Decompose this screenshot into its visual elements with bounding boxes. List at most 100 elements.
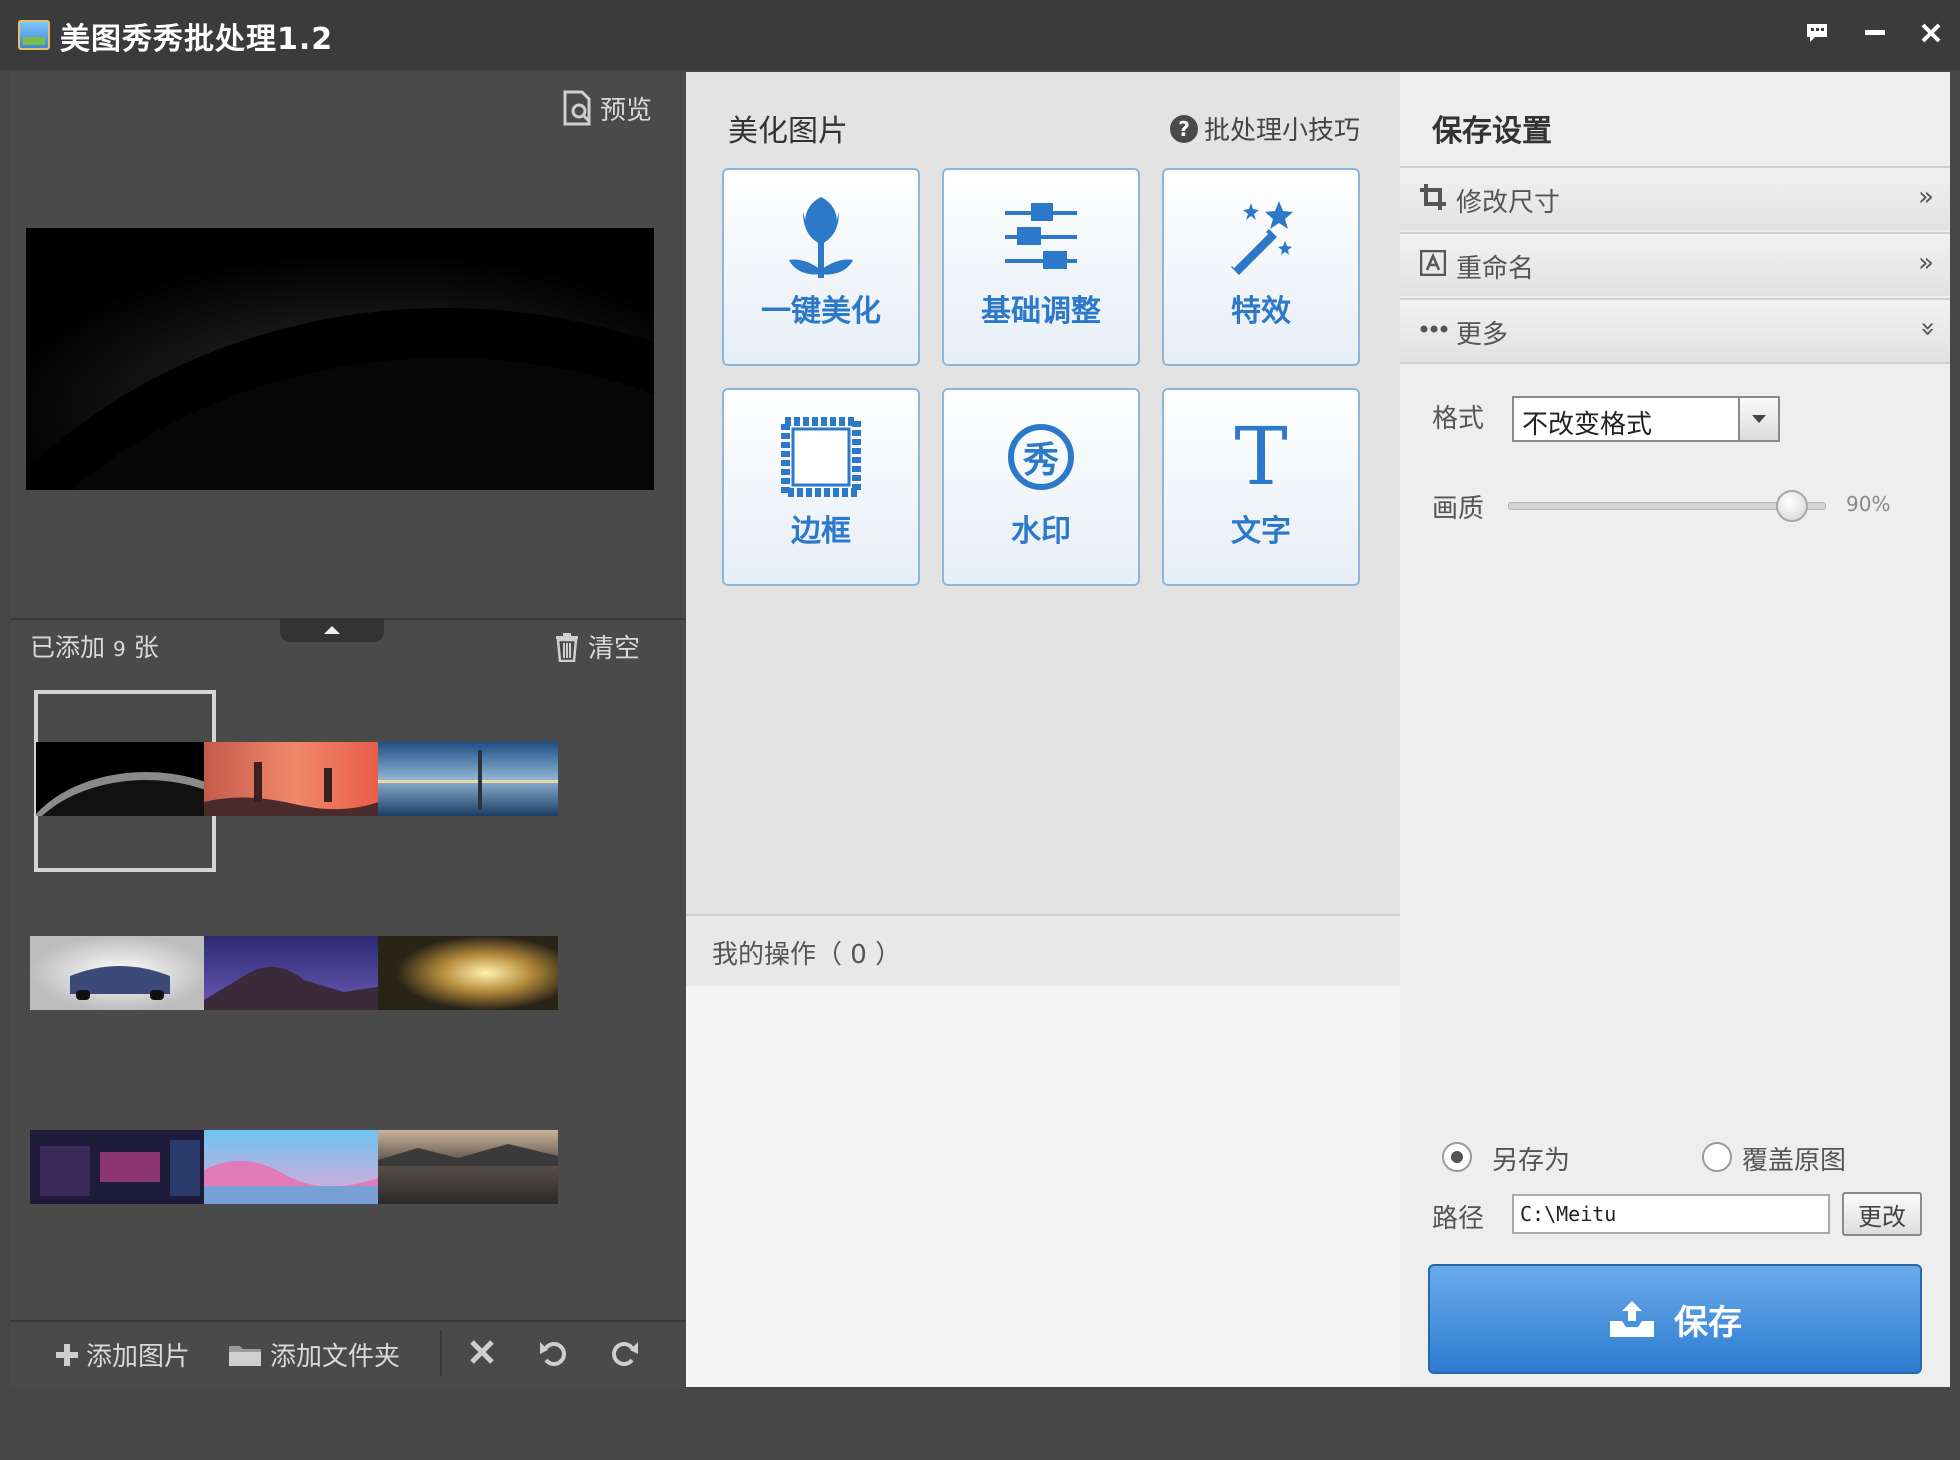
beautify-panel: 美化图片 ? 批处理小技巧 一键美化 基础调整 特效 边框 秀 水印 T 文字 … — [686, 72, 1400, 1387]
added-number: 9 — [112, 637, 126, 661]
minimize-icon[interactable] — [1852, 10, 1898, 56]
save-settings-panel: 保存设置 修改尺寸 » 重命名 » 更多 » 格式 不改变格式 画质 90% 另… — [1400, 72, 1950, 1387]
section-resize[interactable]: 修改尺寸 » — [1400, 166, 1950, 230]
clear-button[interactable]: 清空 — [554, 628, 640, 665]
delete-button[interactable] — [468, 1338, 496, 1366]
app-logo-icon — [18, 20, 50, 50]
quality-label: 画质 — [1432, 494, 1485, 524]
rotate-left-button[interactable] — [538, 1338, 570, 1368]
thumbnail-2[interactable] — [204, 742, 384, 816]
add-image-button[interactable]: 添加图片 — [56, 1336, 190, 1373]
save-as-label: 另存为 — [1492, 1146, 1571, 1176]
close-icon[interactable] — [1908, 10, 1954, 56]
plus-icon — [56, 1343, 78, 1366]
clear-label: 清空 — [588, 634, 641, 664]
bottom-toolbar: 添加图片 添加文件夹 — [10, 1322, 686, 1384]
overwrite-label: 覆盖原图 — [1742, 1146, 1847, 1176]
tile-label: 边框 — [791, 514, 851, 549]
thumbnail-9[interactable] — [378, 1130, 558, 1204]
text-t-icon: T — [1164, 412, 1358, 502]
upload-tray-icon — [1610, 1301, 1654, 1337]
more-dots-icon — [1420, 325, 1448, 333]
tile-effects[interactable]: 特效 — [1162, 168, 1360, 366]
collapse-icon: » — [1913, 321, 1944, 337]
thumbnail-6[interactable] — [378, 936, 558, 1010]
preview-image — [26, 228, 654, 490]
preview-label: 预览 — [600, 95, 653, 126]
tile-text[interactable]: T 文字 — [1162, 388, 1360, 586]
tile-label: 基础调整 — [981, 294, 1101, 329]
batch-tips-label: 批处理小技巧 — [1204, 116, 1361, 146]
help-icon: ? — [1170, 114, 1198, 143]
section-label: 修改尺寸 — [1456, 188, 1561, 218]
add-folder-label: 添加文件夹 — [270, 1342, 401, 1372]
rename-a-icon — [1420, 250, 1446, 276]
thumbnail-grid — [10, 690, 686, 1330]
my-ops-text: 我的操作 — [712, 940, 817, 970]
added-suffix: 张 — [133, 633, 159, 662]
path-label: 路径 — [1432, 1204, 1485, 1234]
add-image-label: 添加图片 — [86, 1342, 191, 1372]
added-prefix: 已添加 — [30, 633, 106, 662]
beautify-title: 美化图片 — [728, 114, 848, 149]
tile-border[interactable]: 边框 — [722, 388, 920, 586]
save-button[interactable]: 保存 — [1428, 1264, 1922, 1374]
tile-label: 一键美化 — [761, 294, 881, 329]
operations-list — [686, 986, 1400, 1387]
section-label: 重命名 — [1456, 254, 1535, 284]
tulip-icon — [724, 192, 918, 282]
my-operations-bar: 我的操作（ 0 ） — [686, 914, 1400, 988]
collapse-preview-button[interactable] — [280, 618, 384, 642]
crop-icon — [1420, 184, 1446, 210]
section-more[interactable]: 更多 » — [1400, 298, 1950, 362]
save-settings-title: 保存设置 — [1432, 114, 1552, 149]
tile-one-click-beautify[interactable]: 一键美化 — [722, 168, 920, 366]
app-window: 美图秀秀批处理1.2 预览 已添加 9 张 清空 添加图片 添加文件夹 美化图片… — [0, 0, 1960, 1460]
tile-watermark[interactable]: 秀 水印 — [942, 388, 1140, 586]
trash-icon — [556, 632, 578, 662]
my-operations-label: 我的操作（ 0 ） — [712, 934, 901, 971]
tile-basic-adjust[interactable]: 基础调整 — [942, 168, 1140, 366]
overwrite-radio[interactable] — [1702, 1142, 1732, 1172]
format-label: 格式 — [1432, 404, 1485, 434]
delete-x-icon — [470, 1340, 494, 1364]
rotate-right-button[interactable] — [608, 1338, 640, 1368]
chevron-down-icon[interactable] — [1738, 398, 1778, 440]
preview-icon — [563, 90, 591, 126]
preview-button[interactable]: 预览 — [562, 88, 652, 128]
save-label: 保存 — [1674, 1302, 1742, 1343]
tile-label: 文字 — [1231, 514, 1291, 549]
added-count: 已添加 9 张 — [30, 628, 159, 664]
format-select[interactable]: 不改变格式 — [1512, 396, 1780, 442]
add-folder-button[interactable]: 添加文件夹 — [228, 1336, 400, 1373]
section-rename[interactable]: 重命名 » — [1400, 232, 1950, 296]
thumbnail-1[interactable] — [36, 742, 206, 816]
path-input[interactable]: C:\Meitu — [1512, 1194, 1830, 1234]
sliders-icon — [944, 192, 1138, 282]
title-bar[interactable]: 美图秀秀批处理1.2 — [0, 0, 1960, 70]
format-value: 不改变格式 — [1522, 410, 1653, 440]
change-path-button[interactable]: 更改 — [1842, 1192, 1922, 1236]
thumbnail-8[interactable] — [204, 1130, 384, 1204]
quality-slider-handle[interactable] — [1776, 490, 1809, 522]
batch-tips-link[interactable]: ? 批处理小技巧 — [1170, 110, 1360, 147]
section-divider — [1400, 362, 1950, 364]
thumbnail-7[interactable] — [30, 1130, 210, 1204]
expand-icon: » — [1918, 248, 1934, 278]
rotate-left-icon — [540, 1342, 566, 1366]
thumbnail-3[interactable] — [378, 742, 558, 816]
section-label: 更多 — [1456, 320, 1509, 350]
rotate-right-icon — [612, 1342, 638, 1366]
quality-value: 90% — [1846, 492, 1891, 516]
tile-label: 水印 — [1011, 514, 1071, 549]
thumbnail-5[interactable] — [204, 936, 384, 1010]
save-as-radio[interactable] — [1442, 1142, 1472, 1172]
frame-icon — [724, 412, 918, 502]
magic-wand-icon — [1164, 192, 1358, 282]
toolbar-separator — [440, 1330, 442, 1376]
radio-selected-dot — [1451, 1151, 1463, 1163]
thumbnail-4[interactable] — [30, 936, 210, 1010]
image-list-panel: 预览 已添加 9 张 清空 添加图片 添加文件夹 — [10, 72, 686, 1387]
feedback-icon[interactable] — [1794, 10, 1840, 56]
window-title: 美图秀秀批处理1.2 — [60, 22, 334, 57]
